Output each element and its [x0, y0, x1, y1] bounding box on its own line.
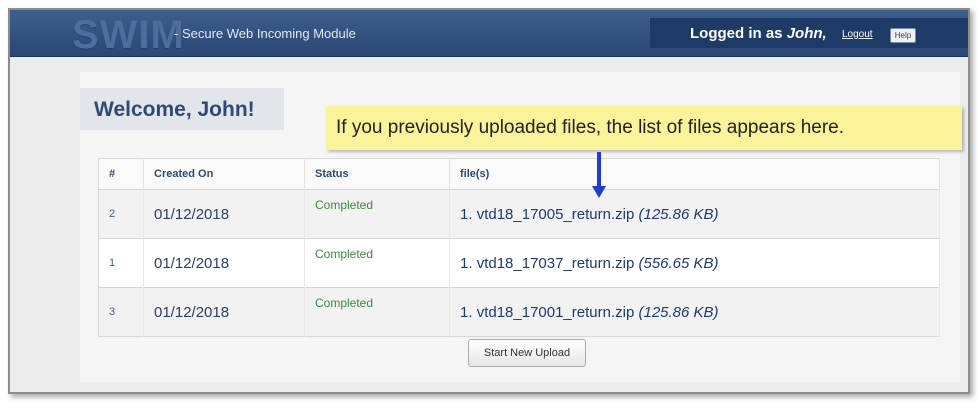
row-number: 3: [98, 287, 144, 337]
header-bar: SWIM - Secure Web Incoming Module Logged…: [10, 10, 968, 57]
column-header-created-on: Created On: [143, 158, 305, 190]
file-entry: 1. vtd18_17037_return.zip (556.65 KB): [449, 238, 940, 288]
status-text: Completed: [304, 238, 450, 288]
file-entry: 1. vtd18_17001_return.zip (125.86 KB): [449, 287, 940, 337]
created-on-date: 01/12/2018: [143, 189, 305, 239]
table-header-row: # Created On Status file(s): [98, 158, 940, 190]
app-tagline: - Secure Web Incoming Module: [174, 26, 356, 41]
table-row: 3 01/12/2018 Completed 1. vtd18_17001_re…: [98, 287, 940, 337]
welcome-panel: Welcome, John!: [80, 88, 284, 130]
callout-text: If you previously uploaded files, the li…: [336, 117, 845, 138]
file-link[interactable]: vtd18_17005_return.zip: [477, 206, 635, 223]
help-button[interactable]: Help: [890, 28, 916, 43]
file-size: (125.86 KB): [638, 303, 719, 321]
callout-annotation: If you previously uploaded files, the li…: [326, 106, 962, 150]
logout-link[interactable]: Logout: [842, 29, 873, 40]
created-on-date: 01/12/2018: [143, 287, 305, 337]
uploaded-files-table: # Created On Status file(s) 2 01/12/2018…: [98, 158, 940, 337]
file-index: 1.: [460, 205, 473, 223]
arrow-shaft: [597, 152, 601, 188]
file-link[interactable]: vtd18_17037_return.zip: [477, 255, 635, 272]
column-header-status: Status: [304, 158, 450, 190]
file-size: (556.65 KB): [638, 254, 719, 272]
logged-in-text: Logged in as John,: [690, 25, 827, 42]
table-row: 1 01/12/2018 Completed 1. vtd18_17037_re…: [98, 238, 940, 288]
welcome-heading: Welcome, John!: [94, 98, 255, 121]
status-text: Completed: [304, 189, 450, 239]
main-content: Welcome, John! # Created On Status file(…: [80, 72, 962, 382]
row-number: 2: [98, 189, 144, 239]
file-index: 1.: [460, 303, 473, 321]
column-header-files: file(s): [449, 158, 940, 190]
app-window: SWIM - Secure Web Incoming Module Logged…: [8, 8, 970, 394]
created-on-date: 01/12/2018: [143, 238, 305, 288]
file-link[interactable]: vtd18_17001_return.zip: [477, 304, 635, 321]
down-arrow-icon: [592, 152, 606, 200]
login-status: Logged in as John, Logout Help: [650, 18, 968, 48]
status-text: Completed: [304, 287, 450, 337]
logged-in-prefix: Logged in as: [690, 25, 787, 42]
arrow-head: [592, 186, 606, 198]
row-number: 1: [98, 238, 144, 288]
logo: SWIM: [72, 13, 185, 57]
file-size: (125.86 KB): [638, 205, 719, 223]
file-entry: 1. vtd18_17005_return.zip (125.86 KB): [449, 189, 940, 239]
file-index: 1.: [460, 254, 473, 272]
table-row: 2 01/12/2018 Completed 1. vtd18_17005_re…: [98, 189, 940, 239]
column-header-number: #: [98, 158, 144, 190]
logged-in-user: John,: [786, 25, 827, 42]
start-new-upload-button[interactable]: Start New Upload: [468, 339, 586, 367]
